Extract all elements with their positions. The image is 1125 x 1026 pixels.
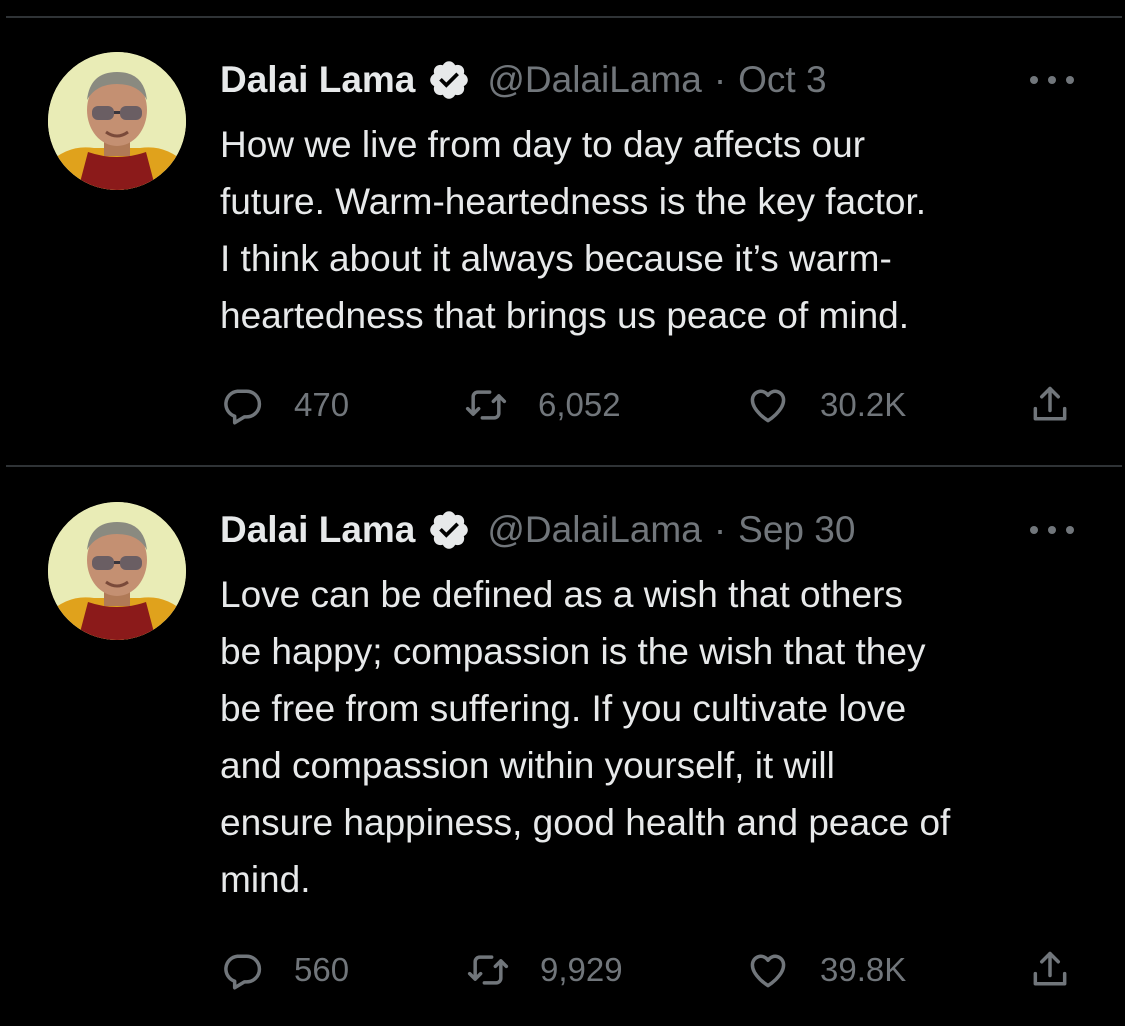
handle[interactable]: @DalaiLama (487, 509, 701, 551)
share-button[interactable] (1028, 945, 1072, 995)
like-button[interactable]: 30.2K (746, 380, 906, 430)
separator-dot: · (713, 59, 727, 100)
retweet-button[interactable]: 9,929 (466, 945, 623, 995)
like-button[interactable]: 39.8K (746, 945, 906, 995)
more-dot (1030, 526, 1038, 534)
display-name[interactable]: Dalai Lama (220, 59, 415, 101)
avatar[interactable] (48, 502, 186, 640)
display-name[interactable]: Dalai Lama (220, 509, 415, 551)
retweet-count: 6,052 (538, 386, 621, 423)
more-dot (1066, 76, 1074, 84)
retweet-button[interactable]: 6,052 (464, 380, 621, 430)
share-icon (1033, 951, 1067, 986)
avatar-image (48, 502, 186, 640)
reply-icon (224, 389, 262, 425)
like-count: 39.8K (820, 951, 907, 988)
tweet-header: Dalai Lama @DalaiLama · Sep 30 (220, 502, 855, 558)
heart-icon (750, 389, 786, 423)
reply-button[interactable]: 560 (220, 945, 349, 995)
like-count: 30.2K (820, 386, 907, 423)
avatar[interactable] (48, 52, 186, 190)
tweet-date[interactable]: Sep 30 (738, 509, 855, 551)
handle[interactable]: @DalaiLama (487, 59, 701, 101)
avatar-image (48, 52, 186, 190)
reply-count: 470 (294, 386, 350, 423)
tweet-text: Love can be defined as a wish that other… (220, 574, 951, 900)
more-dot (1066, 526, 1074, 534)
share-icon (1033, 386, 1067, 421)
action-bar: 470 6,052 30.2K (220, 380, 1080, 430)
tweet[interactable]: Dalai Lama @DalaiLama · Oct 3 How we liv… (0, 0, 1125, 460)
more-dot (1048, 76, 1056, 84)
more-dot (1048, 526, 1056, 534)
retweet-icon (467, 955, 509, 985)
more-dot (1030, 76, 1038, 84)
action-bar: 560 9,929 39.8K (220, 945, 1080, 995)
reply-icon (224, 954, 262, 990)
tweet-header: Dalai Lama @DalaiLama · Oct 3 (220, 52, 827, 108)
tweet-text: How we live from day to day affects our … (220, 124, 927, 336)
separator-dot: · (713, 509, 727, 550)
verified-badge-icon (430, 61, 469, 99)
more-icon[interactable] (1030, 62, 1074, 98)
more-icon[interactable] (1030, 512, 1074, 548)
heart-icon (750, 954, 786, 988)
tweet-date[interactable]: Oct 3 (738, 59, 826, 101)
verified-badge-icon (430, 511, 469, 549)
share-button[interactable] (1028, 380, 1072, 430)
reply-button[interactable]: 470 (220, 380, 349, 430)
reply-count: 560 (294, 951, 350, 988)
retweet-count: 9,929 (540, 951, 623, 988)
retweet-icon (465, 390, 507, 420)
tweet[interactable]: Dalai Lama @DalaiLama · Sep 30 Love can … (0, 450, 1125, 1026)
